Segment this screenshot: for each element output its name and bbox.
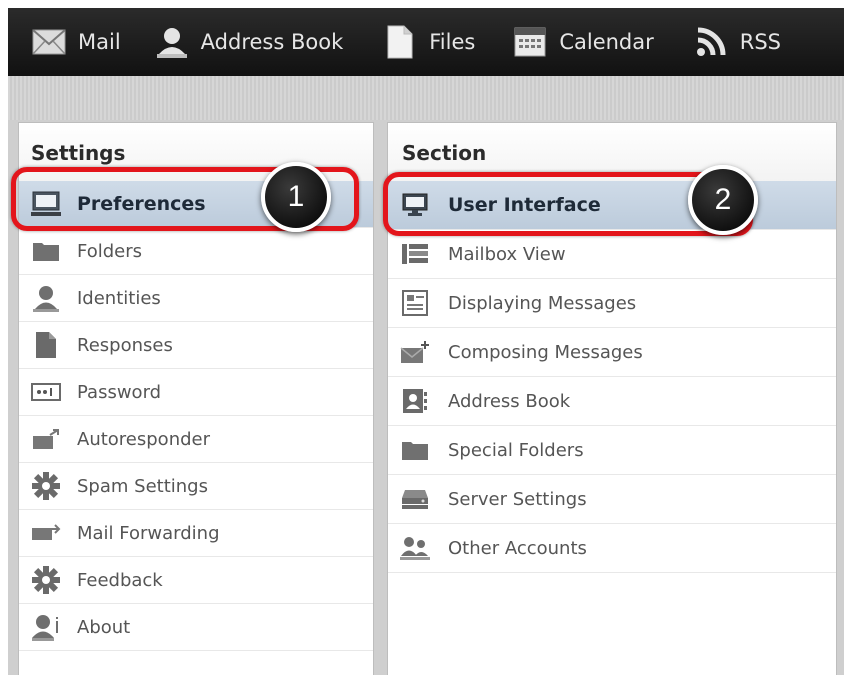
settings-item-label: Identities <box>77 287 161 309</box>
monitor-icon <box>31 189 61 219</box>
monitor-icon <box>400 190 430 220</box>
person-icon <box>155 25 189 59</box>
section-item-displaying-messages[interactable]: Displaying Messages <box>388 279 836 328</box>
compose-icon <box>400 337 430 367</box>
person-info-icon <box>31 612 61 642</box>
gear-icon <box>31 565 61 595</box>
settings-item-autoresponder[interactable]: Autoresponder <box>19 416 373 463</box>
folder-icon <box>400 435 430 465</box>
toolbar-strip <box>8 76 844 120</box>
section-item-user-interface[interactable]: User Interface <box>388 181 836 230</box>
mail-icon <box>32 25 66 59</box>
nav-address-book-label: Address Book <box>200 30 344 54</box>
folder-icon <box>31 236 61 266</box>
settings-item-spam-settings[interactable]: Spam Settings <box>19 463 373 510</box>
section-item-address-book[interactable]: Address Book <box>388 377 836 426</box>
settings-item-folders[interactable]: Folders <box>19 228 373 275</box>
section-title: Section <box>388 123 836 181</box>
top-navigation-bar: Mail Address Book Files Calendar RSS <box>8 8 844 76</box>
address-book-icon <box>400 386 430 416</box>
person-icon <box>31 283 61 313</box>
nav-rss-label: RSS <box>739 30 782 54</box>
settings-item-label: Folders <box>77 240 143 262</box>
nav-mail-label: Mail <box>78 30 121 54</box>
message-view-icon <box>400 288 430 318</box>
rss-icon <box>694 25 728 59</box>
section-item-composing-messages[interactable]: Composing Messages <box>388 328 836 377</box>
section-item-label: User Interface <box>448 194 601 216</box>
section-item-label: Address Book <box>448 390 571 412</box>
section-item-label: Other Accounts <box>448 537 587 559</box>
section-item-label: Displaying Messages <box>448 292 637 314</box>
list-view-icon <box>400 239 430 269</box>
settings-item-label: About <box>77 616 131 638</box>
section-panel: Section User Interface Mailbox View Disp… <box>387 122 837 675</box>
password-icon <box>31 377 61 407</box>
settings-item-label: Mail Forwarding <box>77 522 220 544</box>
settings-item-label: Preferences <box>77 193 206 215</box>
nav-files[interactable]: Files <box>383 8 475 76</box>
document-icon <box>31 330 61 360</box>
section-item-label: Server Settings <box>448 488 587 510</box>
settings-item-label: Feedback <box>77 569 163 591</box>
nav-rss[interactable]: RSS <box>694 8 781 76</box>
settings-item-label: Responses <box>77 334 173 356</box>
section-item-mailbox-view[interactable]: Mailbox View <box>388 230 836 279</box>
settings-item-label: Autoresponder <box>77 428 210 450</box>
nav-address-book[interactable]: Address Book <box>155 8 344 76</box>
section-item-label: Composing Messages <box>448 341 643 363</box>
settings-item-label: Spam Settings <box>77 475 208 497</box>
settings-item-mail-forwarding[interactable]: Mail Forwarding <box>19 510 373 557</box>
settings-item-password[interactable]: Password <box>19 369 373 416</box>
step-callout-1: 1 <box>261 162 331 232</box>
calendar-icon <box>513 25 547 59</box>
settings-item-label: Password <box>77 381 162 403</box>
section-item-label: Mailbox View <box>448 243 566 265</box>
file-icon <box>383 25 417 59</box>
nav-calendar-label: Calendar <box>559 30 654 54</box>
people-icon <box>400 533 430 563</box>
server-icon <box>400 484 430 514</box>
autoresponder-icon <box>31 424 61 454</box>
section-item-label: Special Folders <box>448 439 584 461</box>
section-item-special-folders[interactable]: Special Folders <box>388 426 836 475</box>
nav-files-label: Files <box>429 30 476 54</box>
gear-icon <box>31 471 61 501</box>
settings-item-responses[interactable]: Responses <box>19 322 373 369</box>
settings-item-feedback[interactable]: Feedback <box>19 557 373 604</box>
nav-calendar[interactable]: Calendar <box>513 8 654 76</box>
nav-mail[interactable]: Mail <box>32 8 121 76</box>
settings-item-about[interactable]: About <box>19 604 373 651</box>
settings-item-identities[interactable]: Identities <box>19 275 373 322</box>
section-item-server-settings[interactable]: Server Settings <box>388 475 836 524</box>
mail-forward-icon <box>31 518 61 548</box>
section-item-other-accounts[interactable]: Other Accounts <box>388 524 836 573</box>
step-callout-2: 2 <box>688 165 758 235</box>
